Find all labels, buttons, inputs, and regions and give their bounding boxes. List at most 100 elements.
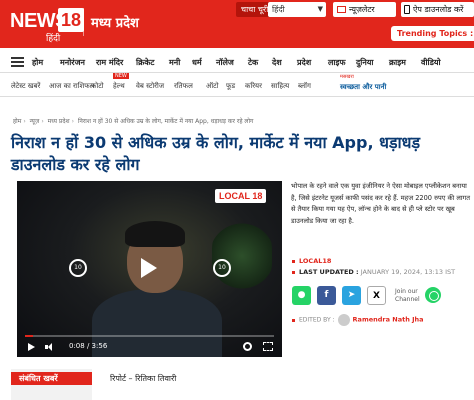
nav2-item-food[interactable]: फूड <box>226 82 235 91</box>
nav2-item-literature[interactable]: साहित्य <box>271 82 289 91</box>
x-share-icon[interactable]: X <box>367 286 386 305</box>
nav2-item-web-stories[interactable]: वेब स्टोरीज <box>136 82 164 91</box>
new-badge: NEW <box>113 73 129 79</box>
last-updated-value: JANUARY 19, 2024, 13:13 IST <box>360 268 456 276</box>
secondary-nav: लेटेस्ट खबरें आज का राशिफल फोटो NEW हेल्… <box>0 73 474 97</box>
edited-by: EDITED BY : Ramendra Nath Jha <box>292 314 424 326</box>
nav-item-money[interactable]: मनी <box>169 57 180 68</box>
state-title[interactable]: मध्य प्रदेश <box>91 13 139 31</box>
news18-logo[interactable]: NEWS 18 <box>10 7 84 35</box>
nav-item-knowledge[interactable]: नॉलेज <box>216 57 234 68</box>
reporter-line: रिपोर्ट – रितिका तिवारी <box>110 374 177 383</box>
header-divider <box>83 8 84 36</box>
join-text-line2: Channel <box>395 296 420 303</box>
article-headline: निराश न हों 30 से अधिक उम्र के लोग, मार्… <box>11 133 421 174</box>
video-duration: 3:56 <box>91 342 108 350</box>
video-player[interactable]: LOCAL 18 10 10 0:08 / 3:56 <box>17 181 282 357</box>
last-updated: LAST UPDATED : JANUARY 19, 2024, 13:13 I… <box>292 268 455 276</box>
nav2-item-horoscope[interactable]: आज का राशिफल <box>49 82 94 91</box>
control-play-icon[interactable] <box>28 343 35 351</box>
language-select-value: हिंदी <box>272 5 285 14</box>
nav-item-state[interactable]: प्रदेश <box>297 57 311 68</box>
nav-item-video[interactable]: वीडियो <box>421 57 441 68</box>
trending-label: Trending Topics : <box>397 29 474 38</box>
breadcrumb-home[interactable]: होम <box>13 118 21 125</box>
forward-seconds: 10 <box>218 264 226 271</box>
language-select[interactable]: हिंदी ▼ <box>268 2 326 17</box>
newsletter-button[interactable]: न्यूज़लेटर <box>333 2 396 17</box>
source-tag-label: LOCAL18 <box>299 257 332 265</box>
promo-subtitle: मसखरा <box>340 74 354 80</box>
settings-gear-icon[interactable] <box>243 342 252 351</box>
logo-subtitle: हिंदी <box>46 34 61 44</box>
bullet-icon <box>292 270 295 274</box>
nav-item-crime[interactable]: क्राइम <box>389 57 406 68</box>
nav2-item-health[interactable]: हेल्थ <box>113 82 125 91</box>
newsletter-label: न्यूज़लेटर <box>349 5 375 14</box>
nav2-item-blog[interactable]: ब्लॉग <box>298 82 311 91</box>
source-tag[interactable]: LOCAL18 <box>292 257 331 265</box>
article-intro: भोपाल के रहने वाले एक युवा इंजीनियर ने ऐ… <box>291 182 471 225</box>
nav-item-entertainment[interactable]: मनोरंजन <box>60 57 85 68</box>
video-progress-fill <box>25 335 34 337</box>
editor-name[interactable]: Ramendra Nath Jha <box>353 316 424 324</box>
related-news-heading: संबंधित खबरें <box>11 372 92 385</box>
breadcrumb-separator: › <box>71 118 75 125</box>
mail-icon <box>337 6 346 13</box>
whatsapp-channel-icon[interactable] <box>425 287 441 303</box>
nav-item-country[interactable]: देश <box>272 57 282 68</box>
trending-topics[interactable]: Trending Topics : <box>391 26 474 41</box>
whatsapp-share-icon[interactable]: ● <box>292 286 311 305</box>
nav-item-tech[interactable]: टेक <box>248 57 258 68</box>
nav2-item-latest[interactable]: लेटेस्ट खबरें <box>11 82 40 91</box>
nav-item-world[interactable]: दुनिया <box>356 57 373 68</box>
facebook-share-icon[interactable]: f <box>317 286 336 305</box>
rewind-10-icon[interactable]: 10 <box>69 259 87 277</box>
nav2-item-rashifal[interactable]: रतिफल <box>174 82 193 91</box>
nav-item-life[interactable]: लाइफ <box>328 57 346 68</box>
bullet-icon <box>292 259 295 263</box>
video-progress-bar[interactable] <box>25 335 274 337</box>
video-current-time: 0:08 <box>69 342 85 350</box>
local18-watermark: LOCAL 18 <box>215 189 267 203</box>
app-download-label: ऐप डाउनलोड करें <box>413 5 464 14</box>
app-download-button[interactable]: ऐप डाउनलोड करें <box>401 2 474 17</box>
nav-item-home[interactable]: होम <box>32 57 43 68</box>
phone-icon <box>404 5 410 14</box>
breadcrumb-separator: › <box>23 118 26 125</box>
top-header: NEWS 18 हिंदी मध्य प्रदेश चाचा चूरी हिंद… <box>0 0 474 48</box>
telegram-share-icon[interactable]: ➤ <box>342 286 361 305</box>
breadcrumb-news[interactable]: न्यूज़ <box>30 118 40 125</box>
nav2-item-photo[interactable]: फोटो <box>91 82 104 91</box>
video-time: 0:08 / 3:56 <box>69 342 108 350</box>
breadcrumb: होम › न्यूज़ › मध्य प्रदेश › निराश न हों 30… <box>13 117 253 125</box>
menu-icon[interactable] <box>11 57 24 67</box>
last-updated-label: LAST UPDATED : <box>299 268 359 276</box>
chevron-down-icon: ▼ <box>317 5 323 13</box>
rewind-seconds: 10 <box>74 264 82 271</box>
nav-item-religion[interactable]: धर्म <box>192 57 202 68</box>
breadcrumb-current: निराश न हों 30 से अधिक उम्र के लोग, मार्… <box>77 118 254 125</box>
nav2-item-career[interactable]: करियर <box>245 82 262 91</box>
video-tree <box>212 221 272 291</box>
play-icon[interactable] <box>141 258 157 278</box>
fullscreen-icon[interactable] <box>263 342 273 351</box>
nav-item-cricket[interactable]: क्रिकेट <box>136 57 154 68</box>
video-controls: 0:08 / 3:56 <box>17 335 282 357</box>
primary-nav: होम मनोरंजन राम मंदिर क्रिकेट मनी धर्म न… <box>0 53 474 73</box>
breadcrumb-state[interactable]: मध्य प्रदेश <box>48 118 70 125</box>
nav-item-ram-mandir[interactable]: राम मंदिर <box>96 57 123 68</box>
video-person-hair <box>125 221 185 247</box>
logo-number: 18 <box>58 8 84 32</box>
nav2-item-auto[interactable]: ऑटो <box>206 82 219 91</box>
promo-link[interactable]: स्वच्छता और पानी <box>340 83 386 92</box>
edited-by-label: EDITED BY : <box>299 316 335 324</box>
related-news: संबंधित खबरें <box>11 369 92 400</box>
volume-icon[interactable] <box>45 343 55 351</box>
editor-avatar <box>337 314 350 326</box>
breadcrumb-separator: › <box>41 118 44 125</box>
forward-10-icon[interactable]: 10 <box>213 259 231 277</box>
join-text-line1: Join our <box>395 288 418 295</box>
bullet-icon <box>292 318 295 322</box>
join-channel-text[interactable]: Join our Channel <box>395 288 420 304</box>
